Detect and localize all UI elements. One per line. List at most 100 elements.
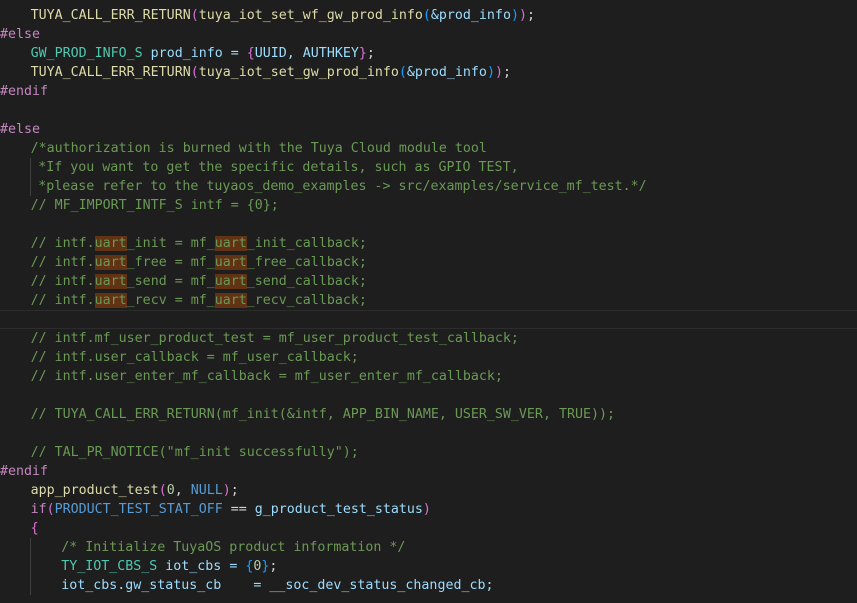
- search-highlight: uart: [214, 293, 247, 308]
- code-token: &prod_info: [406, 65, 487, 80]
- code-token: 0: [166, 483, 175, 498]
- code-token: TUYA_CALL_ERR_RETURN: [30, 65, 191, 80]
- code-token: _recv_callback;: [246, 293, 367, 308]
- code-token: }: [358, 46, 367, 61]
- code-token: _send_callback;: [246, 274, 367, 289]
- code-token: (: [190, 65, 199, 80]
- code-line[interactable]: #endif: [0, 82, 48, 101]
- code-token: ;: [269, 559, 278, 574]
- code-token: {: [246, 46, 255, 61]
- code-token: // intf.user_callback = mf_user_callback…: [30, 350, 359, 365]
- code-token: ;: [526, 8, 535, 23]
- code-token: ==: [222, 502, 255, 517]
- code-line[interactable]: GW_PROD_INFO_S prod_info = {UUID, AUTHKE…: [0, 44, 375, 63]
- code-token: // MF_IMPORT_INTF_S intf = {0};: [30, 198, 279, 213]
- search-highlight: uart: [214, 255, 247, 270]
- code-token: #else: [0, 27, 41, 42]
- code-token: PRODUCT_TEST_STAT_OFF: [54, 502, 223, 517]
- code-token: app_product_test: [30, 483, 159, 498]
- code-token: (: [190, 8, 199, 23]
- code-line[interactable]: *If you want to get the specific details…: [0, 158, 519, 177]
- code-line[interactable]: // intf.uart_recv = mf_uart_recv_callbac…: [0, 291, 367, 310]
- code-line[interactable]: #endif: [0, 462, 48, 481]
- code-token: // intf.: [30, 293, 95, 308]
- code-token: if: [30, 502, 47, 517]
- current-line[interactable]: [0, 310, 857, 329]
- code-line[interactable]: // intf.uart_init = mf_uart_init_callbac…: [0, 234, 367, 253]
- search-highlight: uart: [214, 274, 247, 289]
- code-token: prod_info =: [142, 46, 247, 61]
- code-token: NULL: [190, 483, 223, 498]
- search-highlight: uart: [94, 293, 127, 308]
- code-token: (: [422, 8, 431, 23]
- code-line[interactable]: TUYA_CALL_ERR_RETURN(tuya_iot_set_gw_pro…: [0, 63, 511, 82]
- code-line[interactable]: // intf.mf_user_product_test = mf_user_p…: [0, 329, 519, 348]
- search-highlight: uart: [214, 236, 247, 251]
- code-token: TUYA_CALL_ERR_RETURN: [30, 8, 191, 23]
- code-token: *please refer to the tuyaos_demo_example…: [38, 179, 647, 194]
- code-token: _free = mf_: [126, 255, 215, 270]
- code-line[interactable]: // TUYA_CALL_ERR_RETURN(mf_init(&intf, A…: [0, 405, 615, 424]
- code-line[interactable]: TUYA_CALL_ERR_RETURN(tuya_iot_set_wf_gw_…: [0, 6, 535, 25]
- code-token: {: [30, 521, 39, 536]
- code-token: g_product_test_status: [254, 502, 423, 517]
- code-token: #endif: [0, 464, 49, 479]
- code-line[interactable]: // TAL_PR_NOTICE("mf_init successfully")…: [0, 443, 359, 462]
- code-token: ;: [502, 65, 511, 80]
- code-line[interactable]: iot_cbs.gw_status_cb = __soc_dev_status_…: [0, 576, 493, 595]
- code-line[interactable]: if(PRODUCT_TEST_STAT_OFF == g_product_te…: [0, 500, 431, 519]
- code-token: #endif: [0, 84, 49, 99]
- code-token: (: [46, 502, 55, 517]
- code-token: tuya_iot_set_wf_gw_prod_info: [198, 8, 423, 23]
- code-line[interactable]: // MF_IMPORT_INTF_S intf = {0};: [0, 196, 279, 215]
- code-line[interactable]: #else: [0, 120, 40, 139]
- code-token: ): [486, 65, 495, 80]
- code-token: _init_callback;: [246, 236, 367, 251]
- search-highlight: uart: [94, 274, 127, 289]
- code-token: ): [422, 502, 431, 517]
- code-token: /* Initialize TuyaOS product information…: [61, 540, 406, 555]
- code-line[interactable]: TY_IOT_CBS_S iot_cbs = {0};: [0, 557, 277, 576]
- code-line[interactable]: // intf.user_callback = mf_user_callback…: [0, 348, 359, 367]
- code-line[interactable]: {: [0, 519, 39, 538]
- code-token: ,: [174, 483, 191, 498]
- code-token: ): [494, 65, 503, 80]
- code-token: GW_PROD_INFO_S: [30, 46, 143, 61]
- search-highlight: uart: [94, 255, 127, 270]
- code-token: ): [518, 8, 527, 23]
- code-line[interactable]: // intf.uart_send = mf_uart_send_callbac…: [0, 272, 367, 291]
- code-token: /*authorization is burned with the Tuya …: [30, 141, 487, 156]
- code-line[interactable]: #else: [0, 25, 40, 44]
- code-token: &prod_info: [430, 8, 511, 23]
- code-token: // TAL_PR_NOTICE("mf_init successfully")…: [30, 445, 359, 460]
- code-token: (: [158, 483, 167, 498]
- code-token: (: [398, 65, 407, 80]
- code-token: tuya_iot_set_gw_prod_info: [198, 65, 399, 80]
- code-token: _init = mf_: [126, 236, 215, 251]
- code-line[interactable]: // intf.user_enter_mf_callback = mf_user…: [0, 367, 503, 386]
- code-token: // intf.: [30, 236, 95, 251]
- code-token: // intf.: [30, 255, 95, 270]
- code-line[interactable]: // intf.uart_free = mf_uart_free_callbac…: [0, 253, 367, 272]
- code-token: #else: [0, 122, 41, 137]
- code-token: // intf.user_enter_mf_callback = mf_user…: [30, 369, 503, 384]
- code-token: TY_IOT_CBS_S: [61, 559, 158, 574]
- code-token: iot_cbs.gw_status_cb = __soc_dev_status_…: [61, 578, 494, 593]
- code-token: _send = mf_: [126, 274, 215, 289]
- search-highlight: uart: [94, 236, 127, 251]
- code-editor[interactable]: TUYA_CALL_ERR_RETURN(tuya_iot_set_wf_gw_…: [0, 0, 857, 603]
- code-token: ): [222, 483, 231, 498]
- code-token: *If you want to get the specific details…: [38, 160, 519, 175]
- code-token: _free_callback;: [246, 255, 367, 270]
- code-token: iot_cbs =: [157, 559, 246, 574]
- code-token: // TUYA_CALL_ERR_RETURN(mf_init(&intf, A…: [30, 407, 615, 422]
- code-token: // intf.mf_user_product_test = mf_user_p…: [30, 331, 519, 346]
- code-token: _recv = mf_: [126, 293, 215, 308]
- code-line[interactable]: *please refer to the tuyaos_demo_example…: [0, 177, 647, 196]
- code-token: // intf.: [30, 274, 95, 289]
- code-token: ;: [366, 46, 375, 61]
- code-line[interactable]: /*authorization is burned with the Tuya …: [0, 139, 487, 158]
- code-line[interactable]: app_product_test(0, NULL);: [0, 481, 239, 500]
- code-line[interactable]: /* Initialize TuyaOS product information…: [0, 538, 405, 557]
- code-token: ;: [230, 483, 239, 498]
